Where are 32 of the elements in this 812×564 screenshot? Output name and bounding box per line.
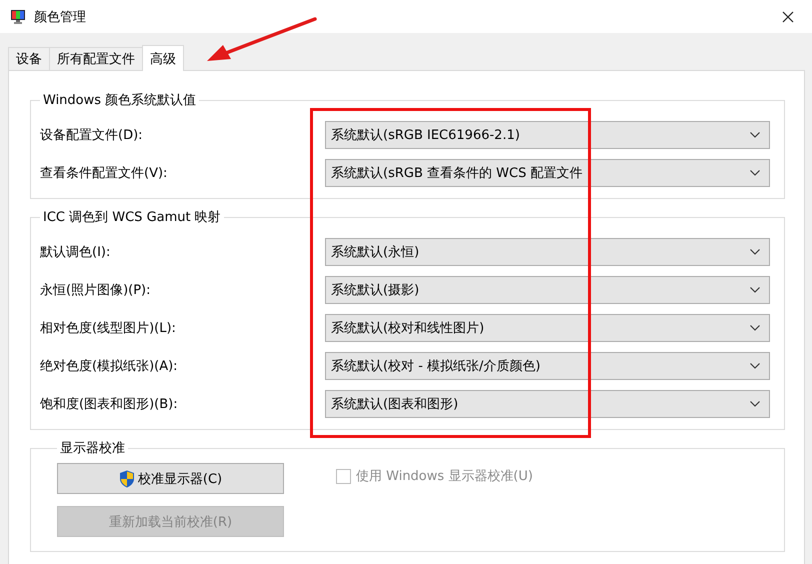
- tab[interactable]: 高级: [142, 45, 184, 71]
- dropdown[interactable]: 系统默认(摄影): [325, 276, 770, 304]
- field-label: 查看条件配置文件(V):: [40, 165, 168, 182]
- dropdown[interactable]: 系统默认(sRGB 查看条件的 WCS 配置文件: [325, 159, 770, 187]
- group-title: Windows 颜色系统默认值: [42, 92, 198, 109]
- checkbox-label: 使用 Windows 显示器校准(U): [356, 468, 533, 485]
- dropdown[interactable]: 系统默认(永恒): [325, 238, 770, 266]
- monitor-icon: [10, 8, 26, 24]
- field-label: 默认调色(I):: [40, 244, 112, 261]
- chevron-icon: [750, 170, 760, 176]
- group-title: ICC 调色到 WCS Gamut 映射: [42, 209, 222, 226]
- chevron-icon: [750, 287, 760, 293]
- close-icon[interactable]: [782, 10, 794, 22]
- chevron-icon: [750, 325, 760, 331]
- dropdown[interactable]: 系统默认(校对 - 模拟纸张/介质颜色): [325, 352, 770, 380]
- shield-icon: [118, 470, 135, 488]
- chevron-icon: [750, 249, 760, 255]
- tab[interactable]: 设备: [8, 47, 50, 70]
- group-title: 显示器校准: [59, 440, 126, 457]
- dropdown[interactable]: 系统默认(sRGB IEC61966-2.1): [325, 121, 770, 149]
- chevron-icon: [750, 132, 760, 138]
- chevron-icon: [750, 363, 760, 369]
- field-label: 饱和度(图表和图形)(B):: [40, 396, 179, 413]
- field-label: 绝对色度(模拟纸张)(A):: [40, 358, 179, 375]
- field-label: 永恒(照片图像)(P):: [40, 282, 152, 299]
- chevron-icon: [750, 401, 760, 407]
- window-title: 颜色管理: [34, 8, 87, 26]
- button[interactable]: 校准显示器(C): [57, 463, 284, 494]
- dropdown[interactable]: 系统默认(图表和图形): [325, 390, 770, 418]
- field-label: 设备配置文件(D):: [40, 127, 144, 144]
- dropdown[interactable]: 系统默认(校对和线性图片): [325, 314, 770, 342]
- field-label: 相对色度(线型图片)(L):: [40, 320, 177, 337]
